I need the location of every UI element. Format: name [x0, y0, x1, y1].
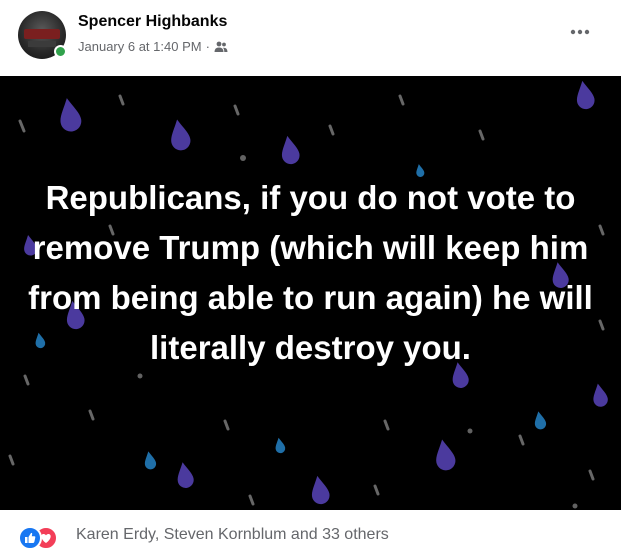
avatar-graphic: [24, 29, 60, 39]
reaction-summary[interactable]: Karen Erdy, Steven Kornblum and 33 other…: [76, 526, 389, 544]
online-status-dot: [54, 45, 67, 58]
friends-icon[interactable]: [214, 41, 228, 53]
meta-separator: ·: [205, 39, 210, 54]
post-header: Spencer Highbanks January 6 at 1:40 PM ·: [0, 0, 621, 76]
post-image[interactable]: Republicans, if you do not vote to remov…: [0, 76, 621, 510]
author-name[interactable]: Spencer Highbanks: [78, 13, 227, 31]
post-footer: Karen Erdy, Steven Kornblum and 33 other…: [0, 510, 621, 559]
image-quote-text: Republicans, if you do not vote to remov…: [28, 179, 593, 366]
more-options-button[interactable]: [562, 20, 598, 44]
ellipsis-icon: [570, 29, 590, 35]
like-reaction[interactable]: [18, 526, 42, 550]
avatar-graphic-detail: [28, 41, 56, 47]
like-icon: [25, 532, 36, 543]
post-meta: January 6 at 1:40 PM ·: [78, 39, 228, 54]
post-timestamp[interactable]: January 6 at 1:40 PM: [78, 39, 202, 54]
